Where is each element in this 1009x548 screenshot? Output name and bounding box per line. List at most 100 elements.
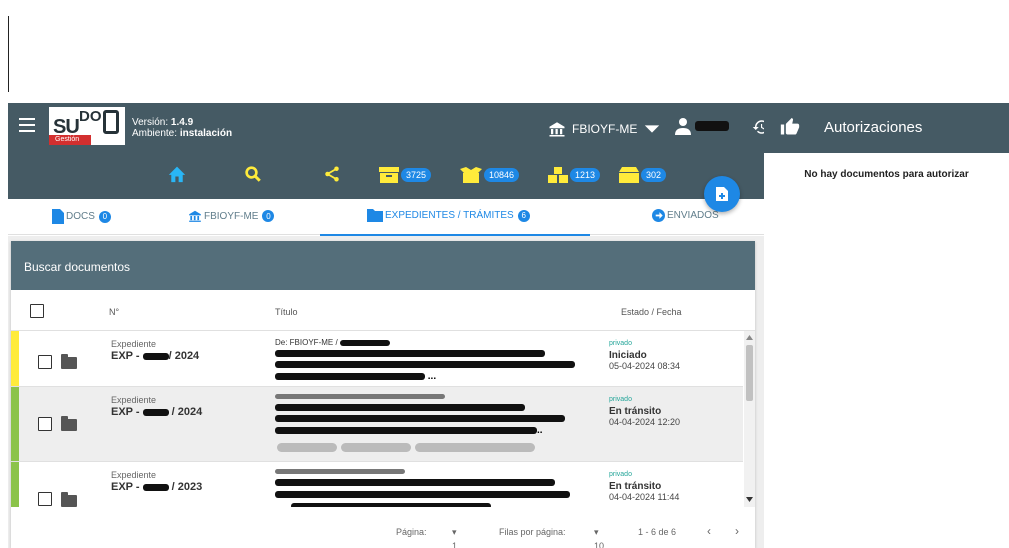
tab-expedientes-label: EXPEDIENTES / TRÁMITES bbox=[385, 210, 514, 221]
row-checkbox[interactable] bbox=[38, 417, 52, 431]
thumbs-up-icon bbox=[780, 117, 800, 135]
redacted-title-line bbox=[275, 350, 545, 357]
redacted-tag bbox=[277, 443, 337, 452]
row-sender: De: FBIOYF-ME / bbox=[275, 338, 390, 347]
app-logo: SU DO Gestión bbox=[49, 107, 125, 145]
user-menu[interactable] bbox=[675, 117, 729, 135]
tab-enviados-label: ENVIADOS bbox=[667, 210, 719, 221]
row-title-ellipsis: .. bbox=[537, 425, 543, 436]
rows-per-page-select[interactable]: 10 ▾ bbox=[594, 527, 604, 548]
table-row[interactable]: Expediente EXP - / 2024 De: FBIOYF-ME / … bbox=[11, 331, 743, 387]
search-icon[interactable] bbox=[244, 165, 262, 183]
ambiente-label: Ambiente: bbox=[132, 128, 180, 139]
package-count: 302 bbox=[641, 168, 667, 182]
row-sender-label: De: FBIOYF-ME / bbox=[275, 338, 340, 347]
page-range: 1 - 6 de 6 bbox=[638, 527, 677, 537]
row-date: 04-04-2024 12:20 bbox=[609, 417, 681, 427]
row-number-prefix: EXP - bbox=[111, 350, 143, 362]
document-icon bbox=[52, 209, 64, 224]
scroll-down-icon[interactable] bbox=[746, 497, 753, 502]
institution-selector[interactable]: FBIOYF-ME bbox=[548, 120, 661, 138]
redacted-number bbox=[142, 352, 169, 360]
share-icon[interactable] bbox=[323, 165, 341, 183]
list-scrollbar[interactable] bbox=[744, 331, 755, 507]
row-type: Expediente bbox=[111, 395, 157, 405]
row-status-bar bbox=[11, 462, 19, 507]
tab-institution-label: FBIOYF-ME bbox=[204, 210, 259, 222]
row-number: EXP - / 2024 bbox=[111, 406, 202, 418]
documents-card: Buscar documentos N° Título Estado / Fec… bbox=[11, 241, 755, 548]
user-icon bbox=[675, 118, 691, 135]
row-title-tail: .. bbox=[275, 425, 543, 436]
document-tabs: DOCS 0 FBIOYF-ME 0 EXPEDIENTES / TRÁMITE… bbox=[8, 199, 764, 235]
scroll-up-icon[interactable] bbox=[746, 335, 753, 340]
redacted-number bbox=[142, 408, 169, 416]
quick-actions-bar: 3725 10846 1213 302 bbox=[8, 153, 764, 199]
authorizations-header: Autorizaciones bbox=[764, 103, 1009, 153]
tab-docs-label: DOCS bbox=[66, 211, 95, 222]
tab-docs[interactable]: DOCS 0 bbox=[52, 209, 111, 224]
menu-icon[interactable] bbox=[19, 118, 35, 136]
row-number-prefix: EXP - bbox=[111, 406, 143, 418]
table-row[interactable]: Expediente EXP - / 2023 privado En tráns… bbox=[11, 462, 743, 507]
open-box-icon bbox=[460, 167, 482, 183]
row-date: 05-04-2024 08:34 bbox=[609, 361, 681, 371]
tab-docs-count: 0 bbox=[98, 210, 111, 223]
redacted-title-line bbox=[275, 415, 565, 422]
tab-enviados[interactable]: ENVIADOS bbox=[652, 209, 719, 222]
archive-box-icon bbox=[379, 167, 399, 183]
row-number-suffix: / 2024 bbox=[168, 406, 203, 418]
row-number-suffix: / 2024 bbox=[168, 350, 200, 362]
search-documents-header[interactable]: Buscar documentos bbox=[11, 241, 755, 290]
logo-cu-mark bbox=[103, 110, 119, 134]
row-date: 04-04-2024 11:44 bbox=[609, 492, 680, 502]
authorizations-title: Autorizaciones bbox=[824, 119, 923, 136]
row-number: EXP - / 2023 bbox=[111, 481, 202, 493]
redacted-title-line bbox=[275, 404, 525, 411]
column-number: N° bbox=[109, 307, 120, 317]
scrollbar-thumb[interactable] bbox=[746, 345, 753, 401]
package-counter[interactable]: 302 bbox=[619, 167, 667, 183]
row-number-prefix: EXP - bbox=[111, 481, 143, 493]
tab-institution[interactable]: FBIOYF-ME 0 bbox=[188, 209, 275, 223]
select-all-checkbox[interactable] bbox=[30, 304, 44, 318]
row-number: EXP - / 2024 bbox=[111, 350, 199, 362]
table-header: N° Título Estado / Fecha bbox=[11, 290, 755, 331]
row-checkbox[interactable] bbox=[38, 355, 52, 369]
row-visibility: privado bbox=[609, 340, 632, 347]
ambiente-value: instalación bbox=[179, 128, 233, 139]
bank-icon bbox=[189, 210, 201, 222]
new-document-button[interactable] bbox=[704, 176, 740, 212]
row-checkbox[interactable] bbox=[38, 492, 52, 506]
redacted-title-line bbox=[275, 372, 425, 380]
bank-icon bbox=[549, 122, 565, 137]
row-visibility: privado bbox=[609, 471, 632, 478]
package-icon bbox=[619, 167, 639, 183]
rows-per-page-label: Filas por página: bbox=[499, 527, 566, 537]
version-label: Versión: bbox=[132, 117, 171, 128]
home-icon[interactable] bbox=[167, 165, 187, 183]
column-status: Estado / Fecha bbox=[621, 307, 682, 317]
row-status: En tránsito bbox=[609, 406, 662, 417]
chevron-down-icon bbox=[645, 125, 660, 133]
row-type: Expediente bbox=[111, 470, 157, 480]
redacted-title-line bbox=[291, 503, 491, 507]
row-number-suffix: / 2023 bbox=[168, 481, 203, 493]
page-select[interactable]: 1 ▾ bbox=[452, 527, 457, 548]
archive-counter[interactable]: 3725 bbox=[379, 167, 432, 183]
table-row[interactable]: Expediente EXP - / 2024 .. privado En tr… bbox=[11, 387, 743, 462]
redacted-sender bbox=[339, 339, 390, 346]
open-box-count: 10846 bbox=[484, 168, 520, 182]
next-page-button[interactable]: › bbox=[735, 524, 739, 538]
redacted-number bbox=[142, 483, 169, 491]
archive-count: 3725 bbox=[401, 168, 432, 182]
row-status-bar bbox=[11, 331, 19, 386]
open-box-counter[interactable]: 10846 bbox=[460, 167, 520, 183]
top-app-bar: SU DO Gestión Versión: 1.4.9 Ambiente: i… bbox=[8, 103, 769, 153]
tab-institution-count: 0 bbox=[262, 210, 275, 222]
prev-page-button[interactable]: ‹ bbox=[707, 524, 711, 538]
authorizations-empty-message: No hay documentos para autorizar bbox=[804, 169, 969, 180]
row-title-ellipsis: ... bbox=[427, 371, 437, 382]
tab-expedientes[interactable]: EXPEDIENTES / TRÁMITES 6 bbox=[367, 209, 530, 222]
boxes-counter[interactable]: 1213 bbox=[548, 167, 601, 183]
